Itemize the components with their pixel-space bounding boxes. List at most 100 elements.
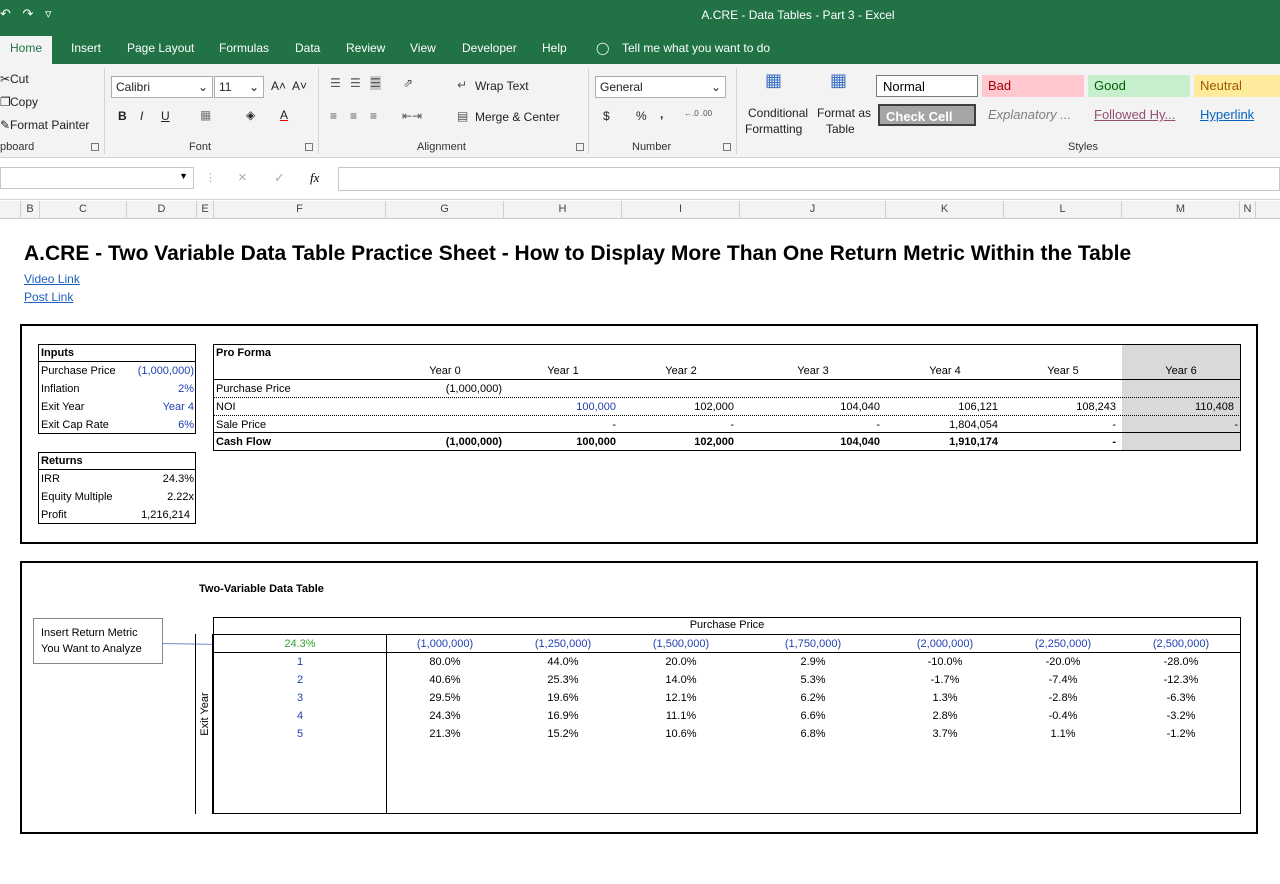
proforma-cell[interactable]: 106,121 xyxy=(886,401,998,413)
borders-icon[interactable]: ▦ xyxy=(200,108,211,122)
dt-cell[interactable]: -20.0% xyxy=(1004,656,1122,668)
proforma-cell[interactable]: - xyxy=(1004,419,1116,431)
dt-col-header[interactable]: (2,000,000) xyxy=(886,638,1004,650)
dt-cell[interactable]: 15.2% xyxy=(504,728,622,740)
currency-button[interactable]: $ xyxy=(603,109,610,123)
dt-cell[interactable]: -7.4% xyxy=(1004,674,1122,686)
proforma-cell[interactable]: 1,910,174 xyxy=(886,436,998,448)
proforma-cell[interactable]: 1,804,054 xyxy=(886,419,998,431)
post-link[interactable]: Post Link xyxy=(24,290,73,304)
column-header-c[interactable]: C xyxy=(40,201,127,219)
dt-cell[interactable]: 6.6% xyxy=(740,710,886,722)
dt-cell[interactable]: -28.0% xyxy=(1122,656,1240,668)
font-color-icon[interactable]: A xyxy=(280,108,288,122)
align-right-icon[interactable]: ≡ xyxy=(370,109,377,123)
dt-cell[interactable]: -0.4% xyxy=(1004,710,1122,722)
video-link[interactable]: Video Link xyxy=(24,272,80,286)
column-header-l[interactable]: L xyxy=(1004,201,1122,219)
underline-button[interactable]: U xyxy=(161,109,170,123)
increase-decimal-button[interactable]: ←.0 .00 xyxy=(684,109,712,118)
fill-color-icon[interactable]: ◈ xyxy=(246,108,255,122)
font-size-select[interactable]: 11 ⌄ xyxy=(214,76,264,98)
dt-cell[interactable]: 21.3% xyxy=(386,728,504,740)
format-painter-button[interactable]: Format Painter xyxy=(10,118,89,132)
font-name-select[interactable]: Calibri ⌄ xyxy=(111,76,213,98)
tab-review[interactable]: Review xyxy=(346,41,385,55)
dt-cell[interactable]: 5.3% xyxy=(740,674,886,686)
column-header-g[interactable]: G xyxy=(386,201,504,219)
name-box[interactable]: ▼ xyxy=(0,167,194,189)
tab-formulas[interactable]: Formulas xyxy=(219,41,269,55)
tab-help[interactable]: Help xyxy=(542,41,567,55)
style-bad[interactable]: Bad xyxy=(982,75,1084,97)
input-value-inflation[interactable]: 2% xyxy=(120,383,194,395)
column-header-i[interactable]: I xyxy=(622,201,740,219)
dt-cell[interactable]: -3.2% xyxy=(1122,710,1240,722)
grow-font-button[interactable]: A˄ xyxy=(271,79,286,93)
dt-cell[interactable]: 2.9% xyxy=(740,656,886,668)
shrink-font-button[interactable]: A˅ xyxy=(292,79,307,93)
clipboard-launcher-icon[interactable] xyxy=(91,143,99,151)
cancel-icon[interactable]: × xyxy=(238,169,247,186)
dt-row-header[interactable]: 1 xyxy=(214,656,386,668)
dt-cell[interactable]: 6.8% xyxy=(740,728,886,740)
proforma-cell[interactable]: 110,408 xyxy=(1122,401,1234,413)
style-hyperlink[interactable]: Hyperlink xyxy=(1194,104,1280,126)
format-as-table-line2[interactable]: Table xyxy=(826,122,855,136)
style-check-cell[interactable]: Check Cell xyxy=(878,104,976,126)
input-value-exit-year[interactable]: Year 4 xyxy=(120,401,194,413)
tab-insert[interactable]: Insert xyxy=(71,41,101,55)
align-bottom-icon[interactable]: ☰ xyxy=(370,76,381,90)
tab-page-layout[interactable]: Page Layout xyxy=(127,41,194,55)
column-header-h[interactable]: H xyxy=(504,201,622,219)
proforma-cell[interactable]: - xyxy=(1004,436,1116,448)
wrap-text-button[interactable]: Wrap Text xyxy=(475,79,529,93)
dt-row-header[interactable]: 2 xyxy=(214,674,386,686)
proforma-cell[interactable]: 108,243 xyxy=(1004,401,1116,413)
comma-button[interactable]: , xyxy=(660,107,663,121)
dt-cell[interactable]: 29.5% xyxy=(386,692,504,704)
dt-cell[interactable]: -1.7% xyxy=(886,674,1004,686)
style-normal[interactable]: Normal xyxy=(876,75,978,97)
column-header-j[interactable]: J xyxy=(740,201,886,219)
return-value-equity-multiple[interactable]: 2.22x xyxy=(120,491,194,503)
dt-cell[interactable]: 11.1% xyxy=(622,710,740,722)
dt-cell[interactable]: 2.8% xyxy=(886,710,1004,722)
dt-cell[interactable]: 14.0% xyxy=(622,674,740,686)
column-header-d[interactable]: D xyxy=(127,201,197,219)
conditional-formatting-line2[interactable]: Formatting xyxy=(745,122,802,136)
column-header-f[interactable]: F xyxy=(214,201,386,219)
column-header-e[interactable]: E xyxy=(197,201,214,219)
tell-me-search[interactable]: Tell me what you want to do xyxy=(622,41,770,55)
column-header-b[interactable]: B xyxy=(21,201,40,219)
enter-icon[interactable]: ✓ xyxy=(274,170,285,186)
align-left-icon[interactable]: ≡ xyxy=(330,109,337,123)
fx-icon[interactable]: fx xyxy=(310,170,319,186)
tab-data[interactable]: Data xyxy=(295,41,320,55)
dt-col-header[interactable]: (1,750,000) xyxy=(740,638,886,650)
proforma-cell[interactable]: (1,000,000) xyxy=(386,383,502,395)
input-value-purchase-price[interactable]: (1,000,000) xyxy=(120,365,194,377)
proforma-cell[interactable]: 102,000 xyxy=(622,401,734,413)
dt-col-header[interactable]: (2,500,000) xyxy=(1122,638,1240,650)
dt-cell[interactable]: -1.2% xyxy=(1122,728,1240,740)
align-center-icon[interactable]: ≡ xyxy=(350,109,357,123)
tab-home[interactable]: Home xyxy=(0,36,53,64)
proforma-cell[interactable]: (1,000,000) xyxy=(386,436,502,448)
input-value-exit-cap-rate[interactable]: 6% xyxy=(120,419,194,431)
cut-button[interactable]: Cut xyxy=(10,72,29,86)
align-middle-icon[interactable]: ☰ xyxy=(350,76,361,90)
align-top-icon[interactable]: ☰ xyxy=(330,76,341,90)
proforma-cell[interactable]: - xyxy=(740,419,880,431)
percent-button[interactable]: % xyxy=(636,109,647,123)
dt-col-header[interactable]: (1,500,000) xyxy=(622,638,740,650)
conditional-formatting-line1[interactable]: Conditional xyxy=(748,106,808,120)
dt-cell[interactable]: 25.3% xyxy=(504,674,622,686)
proforma-cell[interactable]: 100,000 xyxy=(504,401,616,413)
number-launcher-icon[interactable] xyxy=(723,143,731,151)
dt-cell[interactable]: -10.0% xyxy=(886,656,1004,668)
bold-button[interactable]: B xyxy=(118,109,127,123)
dt-cell[interactable]: 80.0% xyxy=(386,656,504,668)
column-header-k[interactable]: K xyxy=(886,201,1004,219)
dt-cell[interactable]: -2.8% xyxy=(1004,692,1122,704)
